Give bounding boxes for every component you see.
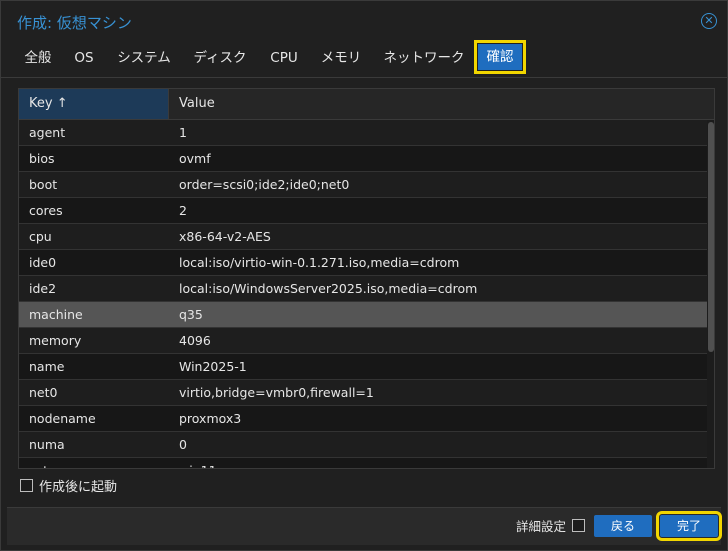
- column-header-key-label: Key: [29, 96, 53, 111]
- row-key: ide2: [29, 281, 57, 296]
- scrollbar-thumb[interactable]: [708, 122, 714, 352]
- column-header-key[interactable]: Key ↑: [19, 89, 169, 119]
- column-header-value[interactable]: Value: [169, 89, 215, 119]
- close-icon[interactable]: ✕: [701, 13, 717, 29]
- row-value: q35: [179, 307, 203, 322]
- row-value: Win2025-1: [179, 359, 247, 374]
- row-key: boot: [29, 177, 58, 192]
- table-row[interactable]: net0 virtio,bridge=vmbr0,firewall=1: [19, 380, 707, 406]
- table-row[interactable]: bios ovmf: [19, 146, 707, 172]
- row-key: nodename: [29, 411, 96, 426]
- row-value: 1: [179, 125, 187, 140]
- tab-disk[interactable]: ディスク: [185, 41, 255, 75]
- table-row[interactable]: ide0 local:iso/virtio-win-0.1.271.iso,med…: [19, 250, 707, 276]
- row-value: 4096: [179, 333, 211, 348]
- row-value: local:iso/virtio-win-0.1.271.iso,media=c…: [179, 255, 460, 270]
- tab-general[interactable]: 全般: [15, 41, 61, 75]
- row-key: cpu: [29, 229, 52, 244]
- table-row[interactable]: boot order=scsi0;ide2;ide0;net0: [19, 172, 707, 198]
- start-after-create-label: 作成後に起動: [39, 480, 118, 495]
- create-vm-dialog: 作成: 仮想マシン ✕ 全般 OS システム ディスク CPU メモリ ネットワ…: [0, 0, 728, 551]
- row-key: name: [29, 359, 65, 374]
- row-value: local:iso/WindowsServer2025.iso,media=cd…: [179, 281, 478, 296]
- row-key: agent: [29, 125, 66, 140]
- table-row[interactable]: nodename proxmox3: [19, 406, 707, 432]
- advanced-settings-label: 詳細設定: [516, 519, 567, 534]
- back-button[interactable]: 戻る: [594, 515, 652, 537]
- row-value: ovmf: [179, 151, 211, 166]
- table-row[interactable]: machine q35: [19, 302, 707, 328]
- tab-memory[interactable]: メモリ: [313, 41, 369, 75]
- advanced-settings-toggle[interactable]: 詳細設定: [516, 519, 586, 535]
- row-value: 2: [179, 203, 187, 218]
- row-key: numa: [29, 437, 65, 452]
- table-row[interactable]: numa 0: [19, 432, 707, 458]
- table-row[interactable]: ostype win11: [19, 458, 707, 468]
- finish-button[interactable]: 完了: [656, 511, 722, 541]
- table-row[interactable]: cpu x86-64-v2-AES: [19, 224, 707, 250]
- row-value: 0: [179, 437, 187, 452]
- grid-scrollbar[interactable]: [708, 120, 714, 468]
- dialog-footer: 詳細設定 戻る 完了: [7, 507, 722, 545]
- checkbox-box[interactable]: [20, 479, 33, 492]
- table-row[interactable]: cores 2: [19, 198, 707, 224]
- summary-grid: Key ↑ Value agent 1 bios ovmf boot order=scsi…: [18, 88, 715, 469]
- row-key: memory: [29, 333, 82, 348]
- grid-header: Key ↑ Value: [19, 89, 714, 120]
- dialog-title: 作成: 仮想マシン: [17, 14, 132, 32]
- start-after-create-checkbox[interactable]: 作成後に起動: [20, 479, 117, 495]
- tab-network[interactable]: ネットワーク: [375, 41, 473, 75]
- table-row[interactable]: ide2 local:iso/WindowsServer2025.iso,medi…: [19, 276, 707, 302]
- sort-ascending-icon: ↑: [56, 96, 68, 111]
- row-key: bios: [29, 151, 55, 166]
- tab-system[interactable]: システム: [109, 41, 179, 75]
- dialog-titlebar: 作成: 仮想マシン ✕: [1, 1, 727, 41]
- row-key: ide0: [29, 255, 57, 270]
- table-row[interactable]: memory 4096: [19, 328, 707, 354]
- row-value: win11: [179, 458, 217, 468]
- row-key: cores: [29, 203, 63, 218]
- row-key: ostype: [29, 458, 71, 468]
- tab-cpu[interactable]: CPU: [261, 41, 307, 75]
- row-value: order=scsi0;ide2;ide0;net0: [179, 177, 350, 192]
- advanced-settings-checkbox[interactable]: [572, 519, 586, 532]
- row-value: x86-64-v2-AES: [179, 229, 271, 244]
- table-row[interactable]: name Win2025-1: [19, 354, 707, 380]
- row-key: machine: [29, 307, 83, 322]
- tab-confirm[interactable]: 確認: [474, 40, 526, 74]
- table-row[interactable]: agent 1: [19, 120, 707, 146]
- row-value: virtio,bridge=vmbr0,firewall=1: [179, 385, 374, 400]
- wizard-tabs: 全般 OS システム ディスク CPU メモリ ネットワーク 確認: [1, 40, 727, 78]
- row-value: proxmox3: [179, 411, 242, 426]
- tab-os[interactable]: OS: [65, 41, 103, 75]
- row-key: net0: [29, 385, 58, 400]
- grid-rows: agent 1 bios ovmf boot order=scsi0;ide2;ide0;…: [19, 120, 707, 468]
